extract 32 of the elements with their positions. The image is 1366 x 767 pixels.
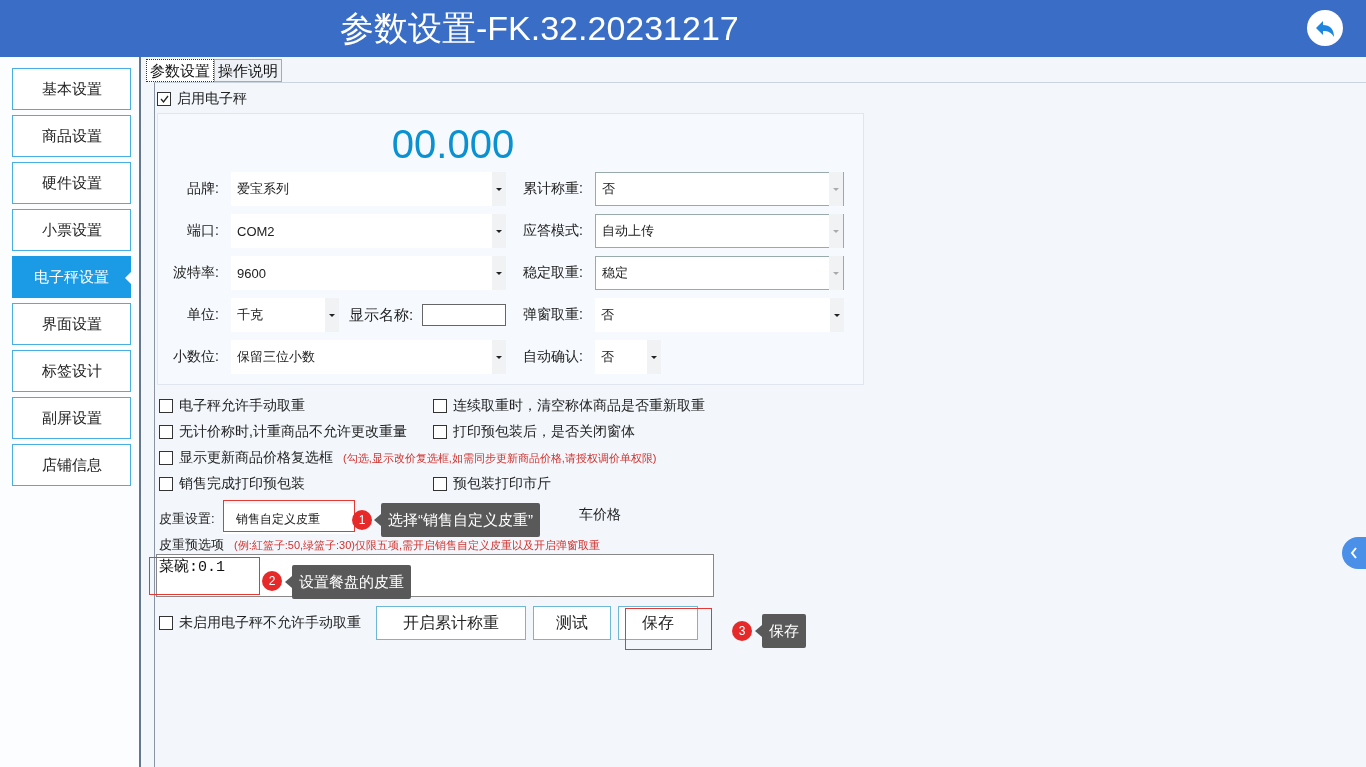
- field-label: 稳定取重:: [522, 264, 583, 282]
- checkbox-label: 启用电子秤: [177, 90, 247, 108]
- field-label: 显示名称:: [349, 305, 414, 325]
- field-label: 波特率:: [172, 264, 219, 282]
- checkbox-label: 打印预包装后，是否关闭窗体: [453, 423, 635, 441]
- field-label: 弹窗取重:: [522, 306, 583, 324]
- checkbox-label: 未启用电子秤不允许手动取重: [179, 614, 361, 632]
- checkbox-label: 车价格: [579, 506, 621, 524]
- field-label: 小数位:: [172, 348, 219, 366]
- field-label: 单位:: [186, 306, 219, 324]
- weight-reading: 00.000: [391, 121, 515, 168]
- checkbox-label: 电子秤允许手动取重: [179, 397, 305, 415]
- checkbox-label: 无计价称时,计重商品不允许更改重量: [179, 423, 407, 441]
- field-label: 累计称重:: [522, 180, 583, 198]
- step-number-badge: 1: [352, 510, 372, 530]
- checkbox-label: 显示更新商品价格复选框: [179, 449, 333, 467]
- checkbox-label: 预包装打印市斤: [453, 475, 551, 493]
- field-label: 皮重预选项: [159, 536, 224, 554]
- field-label: 应答模式:: [522, 222, 583, 240]
- field-label: 端口:: [186, 222, 219, 240]
- step-number-badge: 3: [732, 621, 752, 641]
- field-label: 自动确认:: [522, 348, 583, 366]
- hint-text: (勾选,显示改价复选框,如需同步更新商品价格,请授权调价单权限): [343, 450, 657, 466]
- checkbox-label: 连续取重时，清空称体商品是否重新取重: [453, 397, 705, 415]
- hint-text: (例:紅篮子:50,绿篮子:30)仅限五项,需开启销售自定义皮重以及开启弹窗取重: [234, 537, 601, 553]
- field-label: 皮重设置:: [159, 510, 215, 528]
- callout-tooltip: 保存: [755, 614, 806, 648]
- callout-tooltip: 设置餐盘的皮重: [285, 565, 411, 599]
- window-title: 参数设置-FK.32.20231217: [340, 7, 739, 49]
- callout-tooltip: 选择“销售自定义皮重”: [374, 503, 540, 537]
- checkbox-label: 销售完成打印预包装: [179, 475, 305, 493]
- field-label: 品牌:: [186, 180, 219, 198]
